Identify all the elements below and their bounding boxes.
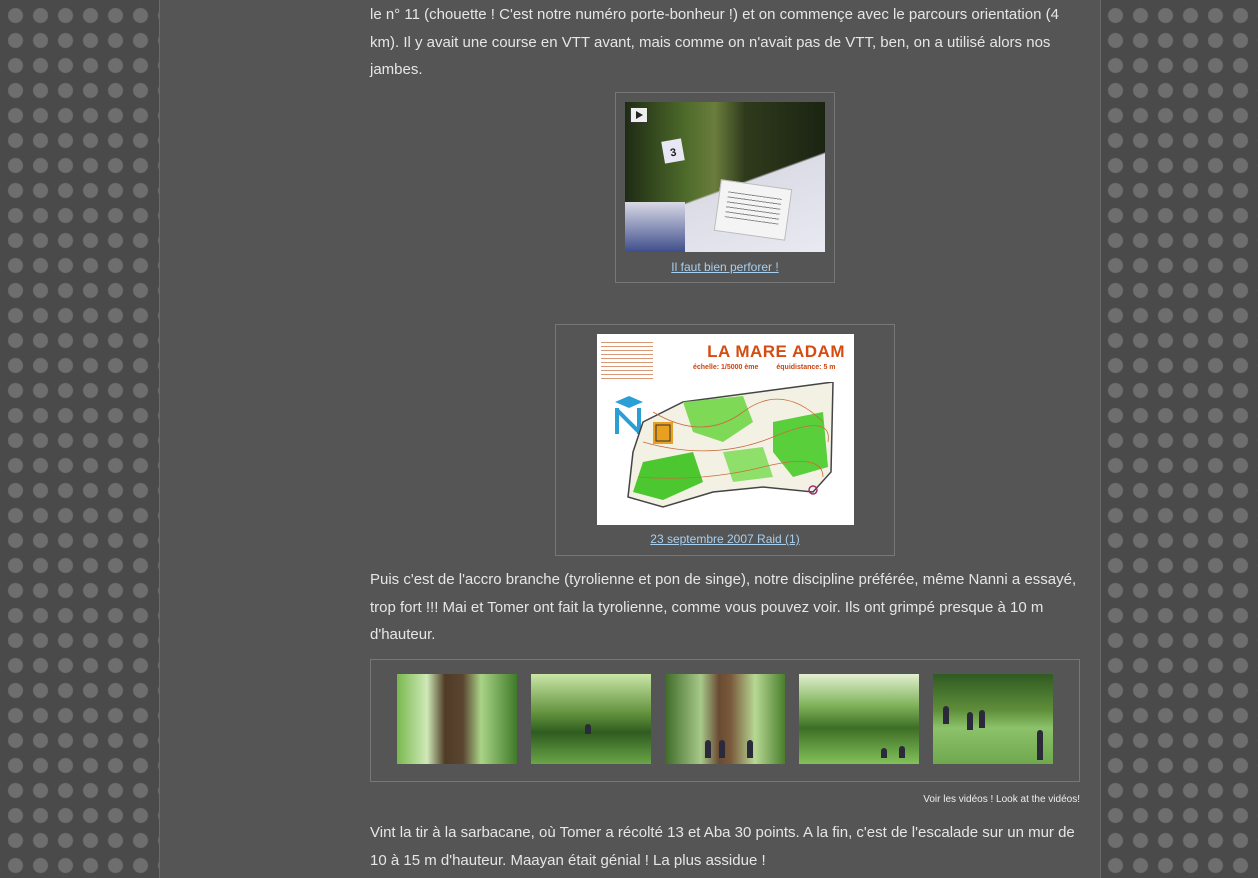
map-equidistance: équidistance: 5 m — [776, 364, 836, 371]
article-paragraph-1: le n° 11 (chouette ! C'est notre numéro … — [370, 6, 1059, 78]
person-figure — [881, 748, 887, 758]
person-figure — [899, 746, 905, 758]
content-column: le n° 11 (chouette ! C'est notre numéro … — [159, 0, 1101, 878]
gallery-thumb[interactable] — [397, 674, 517, 764]
photo-sleeve — [625, 202, 685, 252]
play-icon[interactable] — [630, 107, 648, 123]
video-caption-link[interactable]: Il faut bien perforer ! — [616, 260, 834, 274]
video-thumbnail-box: 3 Il faut bien perforer ! — [615, 92, 835, 283]
person-figure — [943, 706, 949, 724]
gallery-thumb[interactable] — [665, 674, 785, 764]
article-paragraph-2: Puis c'est de l'accro branche (tyrolienn… — [370, 571, 1077, 643]
person-figure — [747, 740, 753, 758]
map-legend — [601, 342, 653, 382]
gallery-thumb[interactable] — [799, 674, 919, 764]
map-scale: échelle: 1/5000 ème — [693, 364, 759, 371]
videos-link[interactable]: Voir les vidéos ! Look at the vidéos! — [923, 794, 1080, 805]
video-thumbnail[interactable]: 3 — [625, 102, 825, 252]
checkpoint-tag: 3 — [661, 138, 685, 164]
map-title: LA MARE ADAM — [707, 342, 845, 361]
gallery-thumb[interactable] — [531, 674, 651, 764]
map-caption-link[interactable]: 23 septembre 2007 Raid (1) — [556, 532, 894, 546]
article-paragraph-3: Vint la tir à la sarbacane, où Tomer a r… — [370, 824, 1075, 869]
person-figure — [585, 724, 591, 734]
person-figure — [967, 712, 973, 730]
person-figure — [719, 740, 725, 758]
map-image[interactable]: LA MARE ADAM échelle: 1/5000 ème équidist… — [597, 334, 854, 525]
gallery-thumb[interactable] — [933, 674, 1053, 764]
map-subtitle: échelle: 1/5000 ème équidistance: 5 m — [693, 364, 854, 371]
person-figure — [979, 710, 985, 728]
photo-gallery — [370, 659, 1080, 782]
person-figure — [1037, 730, 1043, 760]
person-figure — [705, 740, 711, 758]
map-terrain — [627, 382, 834, 508]
orienteering-card — [713, 179, 793, 241]
map-photo-box: LA MARE ADAM échelle: 1/5000 ème équidist… — [555, 324, 895, 556]
